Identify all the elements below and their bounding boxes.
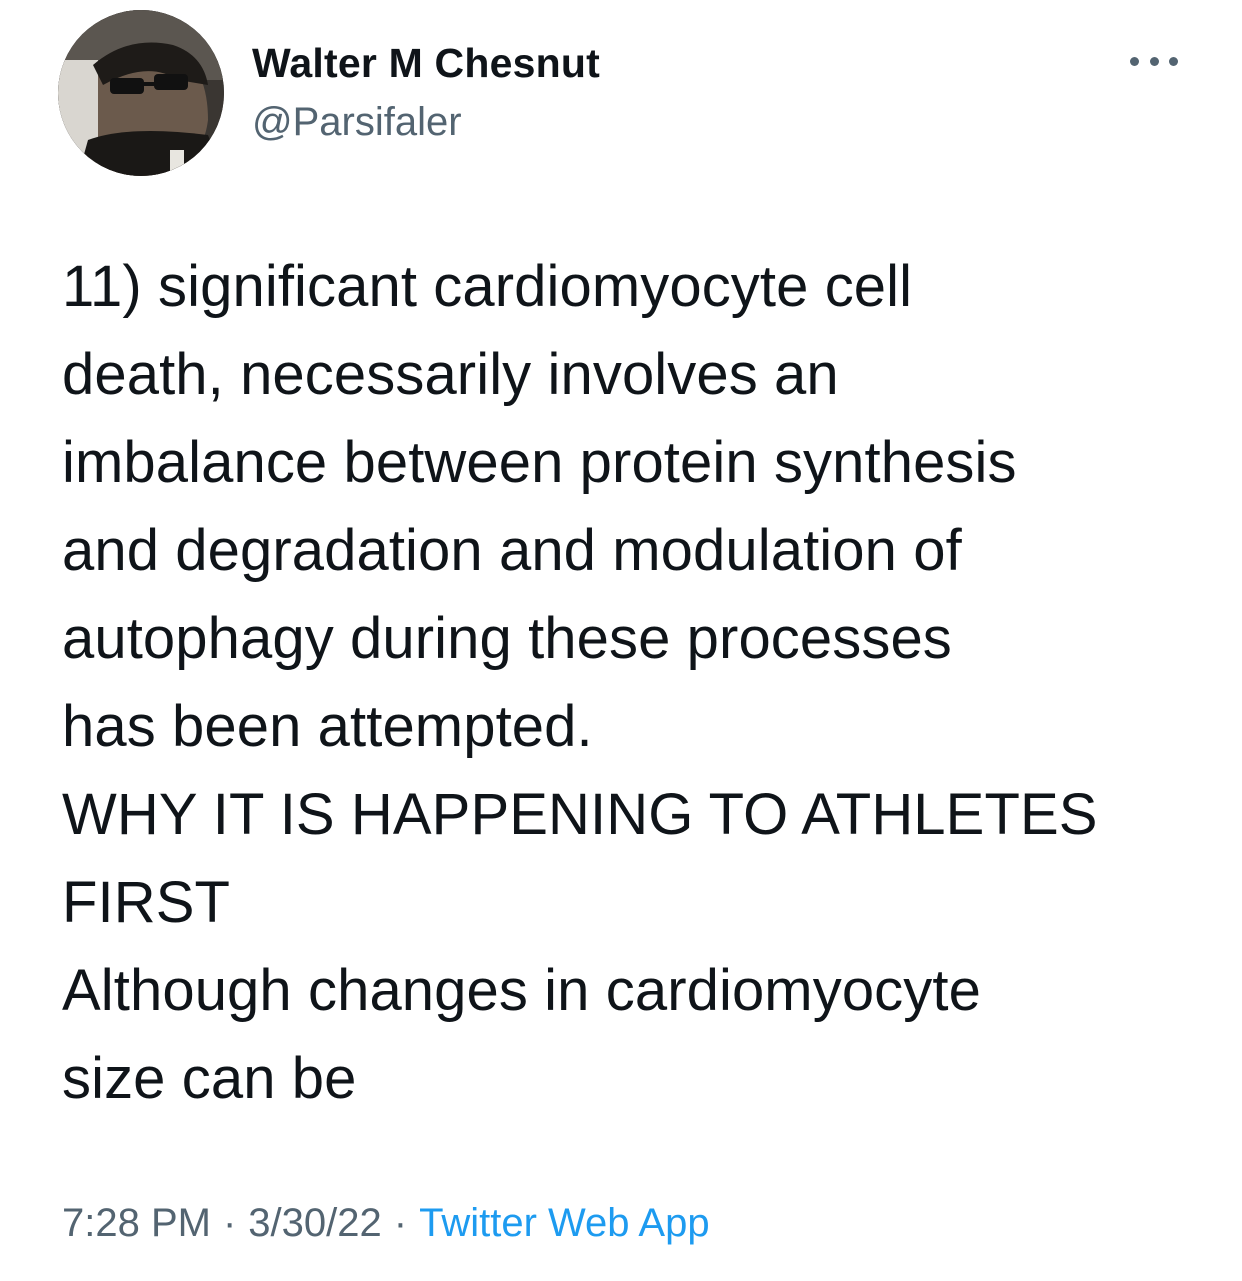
more-horizontal-icon-dot — [1149, 56, 1159, 66]
tweet-line: 11) significant cardiomyocyte cell — [62, 254, 913, 319]
author-handle[interactable]: @Parsifaler — [252, 97, 462, 147]
tweet-text: 11) significant cardiomyocyte cell death,… — [62, 243, 1222, 1123]
avatar-photo — [58, 10, 224, 176]
tweet-line: death, necessarily involves an — [62, 342, 839, 407]
tweet-line: FIRST — [62, 870, 231, 935]
more-options-button[interactable] — [1128, 48, 1180, 74]
tweet-time[interactable]: 7:28 PM — [62, 1201, 211, 1245]
more-horizontal-icon — [1130, 56, 1139, 66]
tweet-line: autophagy during these processes — [62, 606, 952, 671]
author-display-name[interactable]: Walter M Chesnut — [252, 38, 600, 88]
meta-separator: · — [222, 1201, 237, 1245]
meta-separator: · — [393, 1201, 408, 1245]
tweet-line: WHY IT IS HAPPENING TO ATHLETES — [62, 782, 1098, 847]
tweet-line: Although changes in cardiomyocyte — [62, 958, 981, 1023]
tweet-line: and degradation and modulation of — [62, 518, 962, 583]
tweet: Walter M Chesnut @Parsifaler 11) signifi… — [0, 0, 1242, 1281]
more-horizontal-icon-dot — [1169, 56, 1178, 66]
tweet-source-link[interactable]: Twitter Web App — [419, 1201, 710, 1245]
tweet-line: imbalance between protein synthesis — [62, 430, 1017, 495]
tweet-line: has been attempted. — [62, 694, 593, 759]
tweet-meta: 7:28 PM · 3/30/22 · Twitter Web App — [62, 1195, 710, 1251]
tweet-line: size can be — [62, 1046, 357, 1111]
avatar[interactable] — [58, 10, 224, 176]
tweet-date[interactable]: 3/30/22 — [248, 1201, 381, 1245]
